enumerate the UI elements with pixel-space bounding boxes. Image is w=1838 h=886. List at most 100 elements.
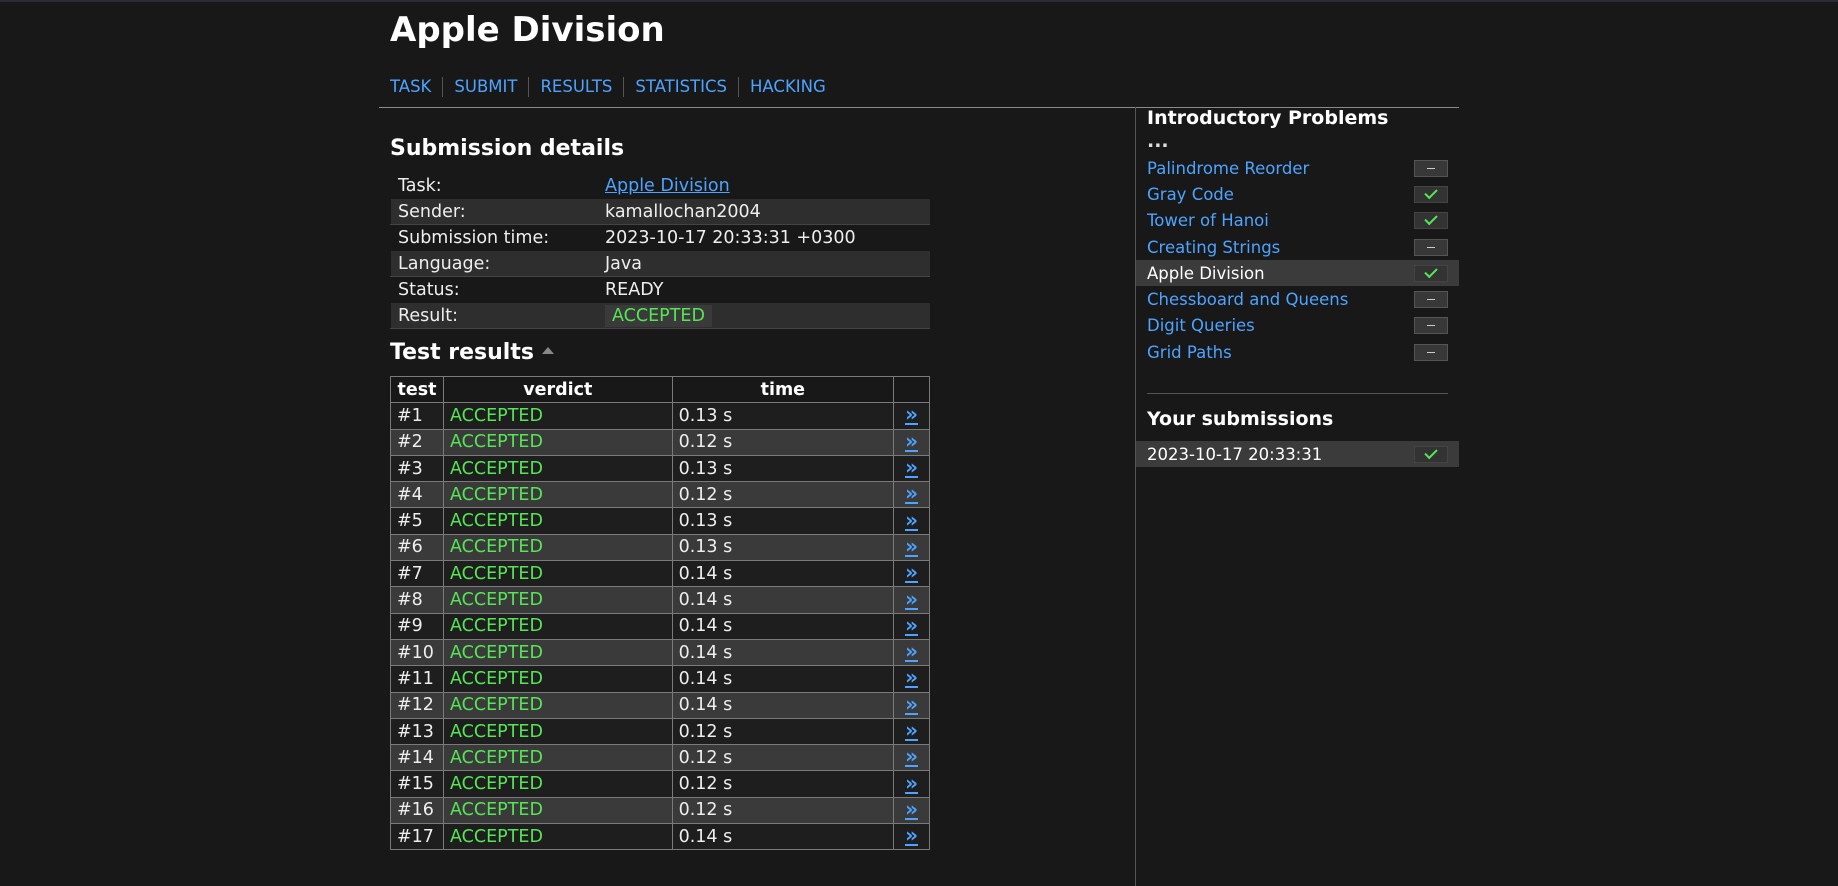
test-verdict: ACCEPTED <box>442 717 673 746</box>
sidebar-task-item[interactable]: Apple Division <box>1136 260 1459 287</box>
double-chevron-right-icon[interactable]: » <box>905 404 918 426</box>
test-number: #14 <box>390 744 444 772</box>
double-chevron-right-icon[interactable]: » <box>905 562 918 584</box>
details-key: Result: <box>390 302 598 329</box>
task-status-box <box>1414 159 1448 177</box>
sidebar-task-name[interactable]: Digit Queries <box>1147 316 1255 335</box>
sidebar-rule <box>1147 393 1448 394</box>
submission-details-table: Task: Apple Division Sender: kamallochan… <box>390 172 930 329</box>
double-chevron-right-icon[interactable]: » <box>905 431 918 452</box>
task-status-box <box>1414 291 1448 309</box>
test-link-cell: » <box>893 481 930 509</box>
sidebar-task-name[interactable]: Creating Strings <box>1147 238 1280 257</box>
test-link-cell: » <box>893 428 930 456</box>
double-chevron-right-icon[interactable]: » <box>905 589 918 610</box>
double-chevron-right-icon[interactable]: » <box>905 799 918 820</box>
double-chevron-right-icon[interactable]: » <box>905 720 918 741</box>
task-status-box <box>1414 212 1448 230</box>
test-number: #9 <box>390 612 444 640</box>
nav-hacking[interactable]: HACKING <box>738 77 837 97</box>
sidebar-task-item[interactable]: Grid Paths <box>1136 339 1459 365</box>
page-title: Apple Division <box>390 10 665 50</box>
test-verdict: ACCEPTED <box>442 428 673 456</box>
test-number: #16 <box>390 796 444 825</box>
double-chevron-right-icon[interactable]: » <box>905 746 918 768</box>
test-verdict: ACCEPTED <box>442 823 673 851</box>
test-verdict: ACCEPTED <box>442 586 673 614</box>
submission-item[interactable]: 2023-10-17 20:33:31 <box>1136 441 1459 467</box>
double-chevron-right-icon[interactable]: » <box>905 483 918 505</box>
details-row-status: Status: READY <box>391 277 930 303</box>
nav-results[interactable]: RESULTS <box>528 77 623 97</box>
sidebar-task-item[interactable]: Palindrome Reorder <box>1136 155 1459 181</box>
table-row: #9 ACCEPTED 0.14 s » <box>390 612 930 640</box>
sidebar-task-item[interactable]: Creating Strings <box>1136 234 1459 260</box>
details-key: Language: <box>390 250 598 277</box>
column-header-link <box>893 375 930 404</box>
details-row-language: Language: Java <box>390 250 930 277</box>
collapse-triangle-icon[interactable] <box>541 346 554 354</box>
test-time: 0.14 s <box>671 638 895 667</box>
sidebar-task-item[interactable]: Digit Queries <box>1136 313 1459 339</box>
test-results-title: Test results <box>390 340 534 365</box>
test-link-cell: » <box>893 507 930 535</box>
double-chevron-right-icon[interactable]: » <box>905 694 918 715</box>
dash-icon <box>1427 299 1435 301</box>
test-number: #2 <box>390 428 444 456</box>
double-chevron-right-icon[interactable]: » <box>905 825 918 847</box>
table-row: #10 ACCEPTED 0.14 s » <box>390 638 930 667</box>
test-verdict: ACCEPTED <box>442 454 673 483</box>
double-chevron-right-icon[interactable]: » <box>905 510 918 531</box>
test-number: #5 <box>390 507 444 535</box>
test-link-cell: » <box>893 691 930 719</box>
submissions-title: Your submissions <box>1147 408 1334 430</box>
test-number: #11 <box>390 665 444 693</box>
test-number: #6 <box>390 533 444 562</box>
task-status-box <box>1414 317 1448 335</box>
column-header-verdict: verdict <box>442 375 673 404</box>
test-link-cell: » <box>893 823 930 851</box>
sidebar-task-name[interactable]: Tower of Hanoi <box>1147 211 1269 230</box>
test-link-cell: » <box>893 638 930 667</box>
submission-status-box <box>1414 445 1448 463</box>
test-time: 0.13 s <box>671 454 895 483</box>
details-value: kamallochan2004 <box>597 198 930 225</box>
test-verdict: ACCEPTED <box>442 612 673 640</box>
test-number: #12 <box>390 691 444 719</box>
sidebar-task-name[interactable]: Grid Paths <box>1147 343 1232 362</box>
test-time: 0.14 s <box>671 560 895 588</box>
details-value: Apple Division <box>598 173 930 199</box>
sidebar-task-item[interactable]: Tower of Hanoi <box>1136 208 1459 234</box>
details-key: Status: <box>398 279 460 300</box>
double-chevron-right-icon[interactable]: » <box>905 457 918 479</box>
nav-task[interactable]: TASK <box>390 77 442 97</box>
double-chevron-right-icon[interactable]: » <box>905 667 918 689</box>
double-chevron-right-icon[interactable]: » <box>905 773 918 794</box>
test-link-cell: » <box>893 560 930 588</box>
test-number: #4 <box>390 481 444 509</box>
sidebar-task-item[interactable]: Chessboard and Queens <box>1136 286 1459 312</box>
test-number: #3 <box>390 454 444 483</box>
test-number: #15 <box>390 770 444 798</box>
sidebar-task-name[interactable]: Palindrome Reorder <box>1147 159 1309 178</box>
test-results-heading: Test results <box>390 340 554 365</box>
double-chevron-right-icon[interactable]: » <box>905 536 918 557</box>
double-chevron-right-icon[interactable]: » <box>905 641 918 663</box>
nav-statistics[interactable]: STATISTICS <box>623 77 738 97</box>
test-time: 0.13 s <box>671 402 895 430</box>
test-verdict: ACCEPTED <box>442 796 673 825</box>
sidebar-ellipsis: ... <box>1147 130 1169 152</box>
task-status-box <box>1414 185 1448 203</box>
test-link-cell: » <box>893 454 930 483</box>
test-link-cell: » <box>893 796 930 825</box>
nav-submit[interactable]: SUBMIT <box>442 77 528 97</box>
test-verdict: ACCEPTED <box>442 481 673 509</box>
test-number: #17 <box>390 823 444 851</box>
test-time: 0.14 s <box>671 823 895 851</box>
sidebar-task-name[interactable]: Chessboard and Queens <box>1147 290 1348 309</box>
details-row-result: Result: ACCEPTED <box>390 302 930 329</box>
task-link[interactable]: Apple Division <box>605 176 730 196</box>
double-chevron-right-icon[interactable]: » <box>905 615 918 636</box>
sidebar-task-name[interactable]: Gray Code <box>1147 185 1234 204</box>
sidebar-task-item[interactable]: Gray Code <box>1136 181 1459 207</box>
